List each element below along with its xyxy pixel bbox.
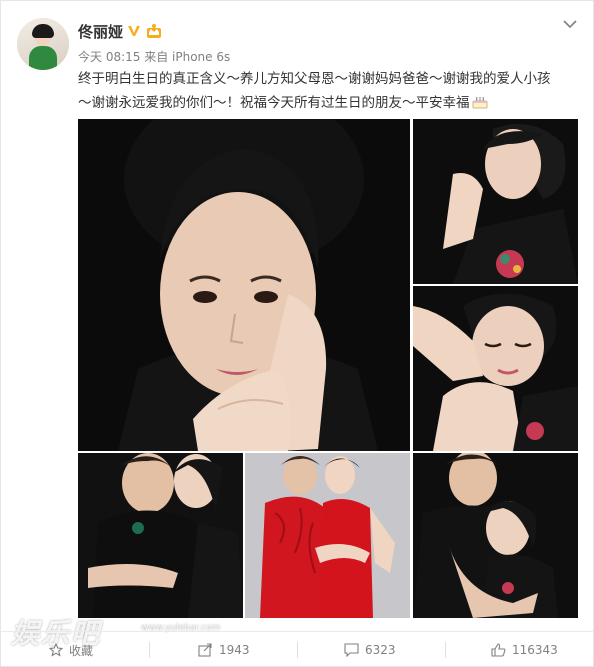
photo-5[interactable] xyxy=(245,453,410,618)
comment-button[interactable]: 6323 xyxy=(344,632,396,667)
post-text: 终于明白生日的真正含义～养儿方知父母恩～谢谢妈妈爸爸～谢谢我的爱人小孩 ～谢谢永… xyxy=(78,67,583,115)
favorite-button[interactable]: 收藏 xyxy=(49,632,93,667)
divider xyxy=(297,642,298,658)
photo-4-image xyxy=(78,453,243,618)
comment-count: 6323 xyxy=(365,643,396,657)
post-text-line-2-text: ～谢谢永远爱我的你们～！祝福今天所有过生日的朋友～平安幸福 xyxy=(78,95,470,111)
weibo-post-card: 佟丽娅 今天 08:15 来自 iPhone 6s 终于明白生日的真正含义～养儿… xyxy=(0,0,594,667)
thumbs-up-icon xyxy=(491,643,506,657)
comment-icon xyxy=(344,643,359,657)
photo-5-image xyxy=(245,453,410,618)
action-bar: 收藏 1943 6323 116343 xyxy=(1,631,594,667)
like-count: 116343 xyxy=(512,643,558,657)
star-icon xyxy=(49,643,63,657)
forward-button[interactable]: 1943 xyxy=(198,632,250,667)
verified-v-icon xyxy=(128,26,140,36)
photo-1[interactable] xyxy=(78,119,410,451)
post-meta: 今天 08:15 来自 iPhone 6s xyxy=(78,50,231,64)
author-avatar[interactable] xyxy=(17,18,69,70)
photo-6-image xyxy=(413,453,578,618)
divider xyxy=(445,642,446,658)
post-text-line-2: ～谢谢永远爱我的你们～！祝福今天所有过生日的朋友～平安幸福 xyxy=(78,91,583,115)
chevron-down-icon[interactable] xyxy=(563,19,577,29)
divider xyxy=(149,642,150,658)
photo-2-image xyxy=(413,119,578,284)
post-text-line-1: 终于明白生日的真正含义～养儿方知父母恩～谢谢妈妈爸爸～谢谢我的爱人小孩 xyxy=(78,71,551,87)
photo-4[interactable] xyxy=(78,453,243,618)
forward-count: 1943 xyxy=(219,643,250,657)
author-name[interactable]: 佟丽娅 xyxy=(78,21,123,42)
photo-2[interactable] xyxy=(413,119,578,284)
photo-1-image xyxy=(78,119,410,451)
like-button[interactable]: 116343 xyxy=(491,632,558,667)
photo-3[interactable] xyxy=(413,286,578,451)
photo-3-image xyxy=(413,286,578,451)
forward-icon xyxy=(198,643,212,657)
cake-emoji-icon xyxy=(472,97,487,109)
vip-crown-icon[interactable] xyxy=(146,23,162,39)
favorite-label: 收藏 xyxy=(69,643,94,658)
photo-6[interactable] xyxy=(413,453,578,618)
